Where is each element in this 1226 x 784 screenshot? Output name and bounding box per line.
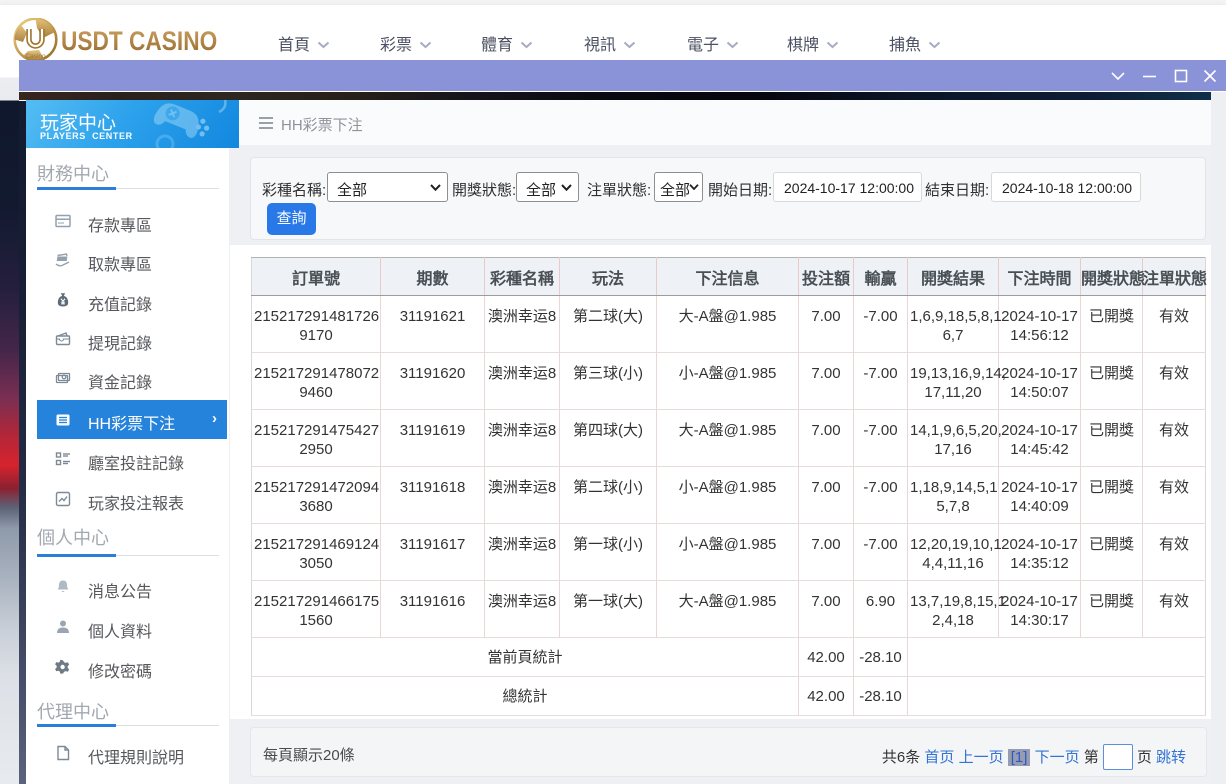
svg-text:Casino: Casino (25, 53, 46, 60)
